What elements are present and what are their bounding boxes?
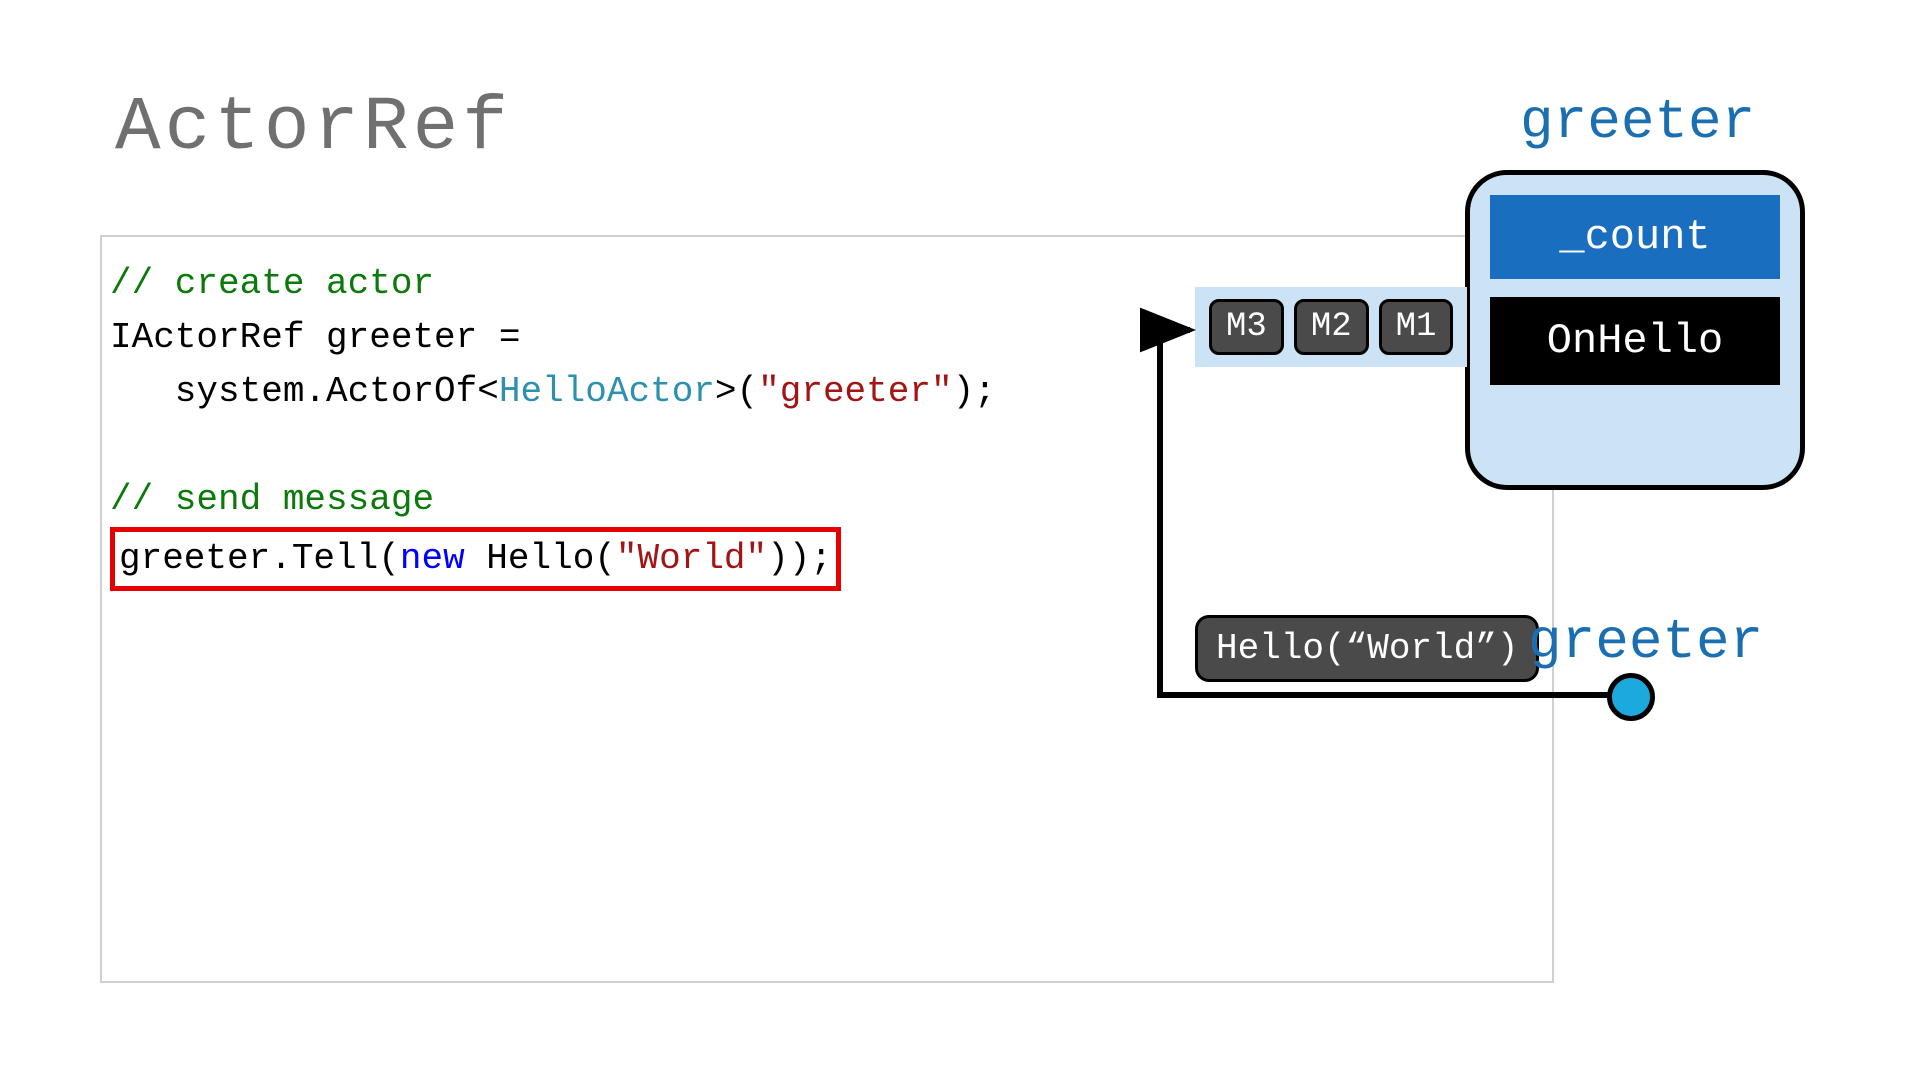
- highlighted-code: greeter.Tell(new Hello("World"));: [110, 527, 841, 591]
- code-line-3c: );: [953, 371, 996, 412]
- sender-dot: [1607, 673, 1655, 721]
- mailbox-msg-m1: M1: [1379, 299, 1454, 355]
- code-string-world: "World": [616, 538, 767, 579]
- greeter-label-bottom: greeter: [1528, 610, 1763, 674]
- mailbox-msg-m2: M2: [1294, 299, 1369, 355]
- code-line-5c: ));: [767, 538, 832, 579]
- greeter-label-top: greeter: [1520, 90, 1755, 154]
- actor-handler: OnHello: [1490, 297, 1780, 385]
- mailbox-msg-m3: M3: [1209, 299, 1284, 355]
- code-keyword-new: new: [400, 538, 465, 579]
- code-type: HelloActor: [499, 371, 715, 412]
- code-string-greeter: "greeter": [758, 371, 952, 412]
- code-line-5b: Hello(: [465, 538, 616, 579]
- mailbox-queue: M3 M2 M1: [1195, 287, 1467, 367]
- code-line-3b: >(: [715, 371, 758, 412]
- message-pill: Hello(“World”): [1195, 615, 1539, 682]
- code-line-2: IActorRef greeter =: [110, 317, 520, 358]
- code-comment-send: // send message: [110, 479, 434, 520]
- code-line-3a: system.ActorOf<: [110, 371, 499, 412]
- slide-title: ActorRef: [115, 85, 512, 171]
- code-line-5a: greeter.Tell(: [119, 538, 400, 579]
- actor-box: _count OnHello: [1465, 170, 1805, 490]
- code-comment-create: // create actor: [110, 263, 434, 304]
- actor-state-field: _count: [1490, 195, 1780, 279]
